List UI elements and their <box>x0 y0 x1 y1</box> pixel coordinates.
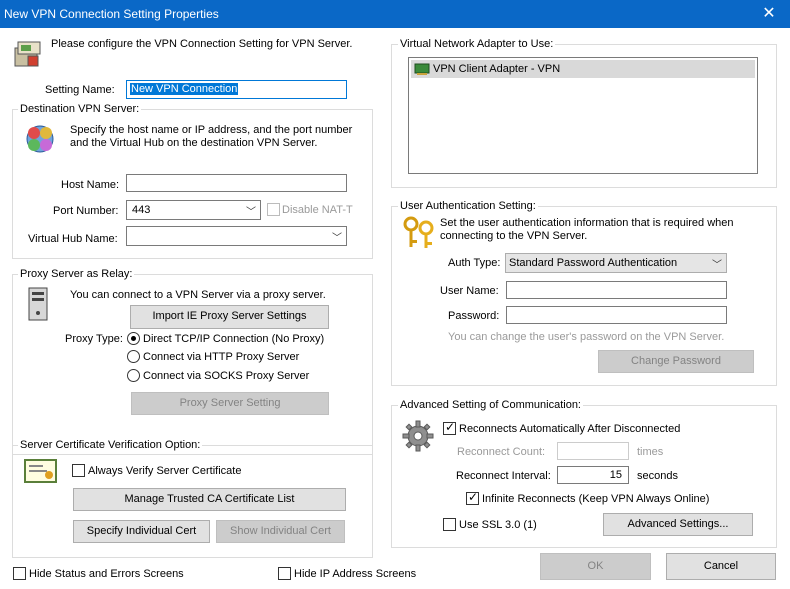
check-icon: ✓ <box>468 490 479 504</box>
infinite-reconnects-label: Infinite Reconnects (Keep VPN Always Onl… <box>482 493 710 505</box>
change-password-button[interactable]: Change Password <box>598 350 754 373</box>
hide-ip-checkbox[interactable] <box>278 567 291 580</box>
proxy-type-label: Proxy Type: <box>65 333 123 345</box>
reconnect-interval-label: Reconnect Interval: <box>456 470 551 482</box>
dialog-client: Please configure the VPN Connection Sett… <box>0 28 790 589</box>
adapter-list-item[interactable]: VPN Client Adapter - VPN <box>411 60 755 78</box>
keys-icon <box>403 216 434 248</box>
setting-name-value: New VPN Connection <box>130 83 239 95</box>
disable-nat-t-checkbox[interactable] <box>267 203 280 216</box>
disable-nat-t-label: Disable NAT-T <box>282 204 353 216</box>
close-icon[interactable]: ✕ <box>748 0 790 28</box>
adapter-group-title: Virtual Network Adapter to Use: <box>398 38 556 51</box>
chevron-down-icon: ﹀ <box>246 207 256 218</box>
hide-status-label: Hide Status and Errors Screens <box>29 568 184 580</box>
user-name-input[interactable] <box>506 281 727 299</box>
password-label: Password: <box>448 310 500 322</box>
vpn-setting-icon <box>14 41 41 67</box>
destination-desc-1: Specify the host name or IP address, and… <box>70 124 353 136</box>
advanced-settings-button[interactable]: Advanced Settings... <box>603 513 753 536</box>
virtual-hub-label: Virtual Hub Name: <box>28 233 118 245</box>
hide-status-checkbox[interactable] <box>13 567 26 580</box>
reconnect-interval-value: 15 <box>609 469 622 481</box>
proxy-group-title: Proxy Server as Relay: <box>18 268 135 281</box>
port-number-combo[interactable]: 443 ﹀ <box>126 200 261 220</box>
password-hint: You can change the user's password on th… <box>448 331 725 343</box>
network-adapter-icon <box>414 63 430 75</box>
proxy-server-icon <box>28 287 48 321</box>
use-ssl3-label: Use SSL 3.0 (1) <box>459 519 537 531</box>
certificate-group-title: Server Certificate Verification Option: <box>18 439 203 452</box>
certificate-icon <box>24 459 57 483</box>
ok-button[interactable]: OK <box>540 553 651 580</box>
chevron-down-icon: ﹀ <box>332 233 342 244</box>
reconnect-auto-label: Reconnects Automatically After Disconnec… <box>459 423 681 435</box>
proxy-http-radio[interactable] <box>127 350 140 363</box>
always-verify-label: Always Verify Server Certificate <box>88 465 242 477</box>
proxy-socks-radio[interactable] <box>127 369 140 382</box>
gear-icon <box>402 420 434 452</box>
proxy-socks-label: Connect via SOCKS Proxy Server <box>143 370 310 382</box>
window-title: New VPN Connection Setting Properties <box>4 7 219 21</box>
auth-type-label: Auth Type: <box>448 257 501 269</box>
title-bar: New VPN Connection Setting Properties ✕ <box>0 0 790 28</box>
destination-group-title: Destination VPN Server: <box>18 103 142 116</box>
times-label: times <box>637 446 664 458</box>
auth-type-value: Standard Password Authentication <box>509 257 678 269</box>
reconnect-count-label: Reconnect Count: <box>457 446 546 458</box>
proxy-server-setting-button[interactable]: Proxy Server Setting <box>131 392 329 415</box>
auth-desc-1: Set the user authentication information … <box>440 217 734 229</box>
setting-name-input[interactable]: New VPN Connection <box>126 80 347 99</box>
proxy-direct-label: Direct TCP/IP Connection (No Proxy) <box>143 333 325 345</box>
intro-text: Please configure the VPN Connection Sett… <box>51 38 353 50</box>
advanced-group-title: Advanced Setting of Communication: <box>398 399 583 412</box>
user-name-label: User Name: <box>440 285 499 297</box>
port-number-value: 443 <box>132 204 151 216</box>
reconnect-auto-checkbox[interactable]: ✓ <box>443 420 456 435</box>
cancel-button[interactable]: Cancel <box>666 553 776 580</box>
password-input[interactable] <box>506 306 727 324</box>
chevron-down-icon: ﹀ <box>712 260 722 271</box>
proxy-desc: You can connect to a VPN Server via a pr… <box>70 289 326 301</box>
host-name-label: Host Name: <box>61 179 120 191</box>
auth-type-combo[interactable]: Standard Password Authentication ﹀ <box>505 253 727 273</box>
globe-server-icon <box>26 125 54 153</box>
adapter-list[interactable]: VPN Client Adapter - VPN <box>408 57 758 174</box>
always-verify-checkbox[interactable] <box>72 464 85 477</box>
proxy-direct-radio[interactable] <box>127 332 140 345</box>
setting-name-label: Setting Name: <box>45 84 115 96</box>
import-ie-proxy-button[interactable]: Import IE Proxy Server Settings <box>130 305 329 329</box>
host-name-input[interactable] <box>126 174 347 192</box>
port-number-label: Port Number: <box>53 205 119 217</box>
hide-ip-label: Hide IP Address Screens <box>294 568 417 580</box>
seconds-label: seconds <box>637 470 678 482</box>
infinite-reconnects-checkbox[interactable]: ✓ <box>466 490 479 505</box>
proxy-http-label: Connect via HTTP Proxy Server <box>143 351 300 363</box>
destination-desc-2: and the Virtual Hub on the destination V… <box>70 137 318 149</box>
reconnect-interval-input[interactable]: 15 <box>557 466 629 484</box>
specify-individual-cert-button[interactable]: Specify Individual Cert <box>73 520 210 543</box>
show-individual-cert-button[interactable]: Show Individual Cert <box>216 520 345 543</box>
reconnect-count-input[interactable] <box>557 442 629 460</box>
use-ssl3-checkbox[interactable] <box>443 518 456 531</box>
manage-trusted-ca-button[interactable]: Manage Trusted CA Certificate List <box>73 488 346 511</box>
auth-group-title: User Authentication Setting: <box>398 200 538 213</box>
auth-desc-2: connecting to the VPN Server. <box>440 230 588 242</box>
virtual-hub-combo[interactable]: ﹀ <box>126 226 347 246</box>
check-icon: ✓ <box>445 420 456 434</box>
